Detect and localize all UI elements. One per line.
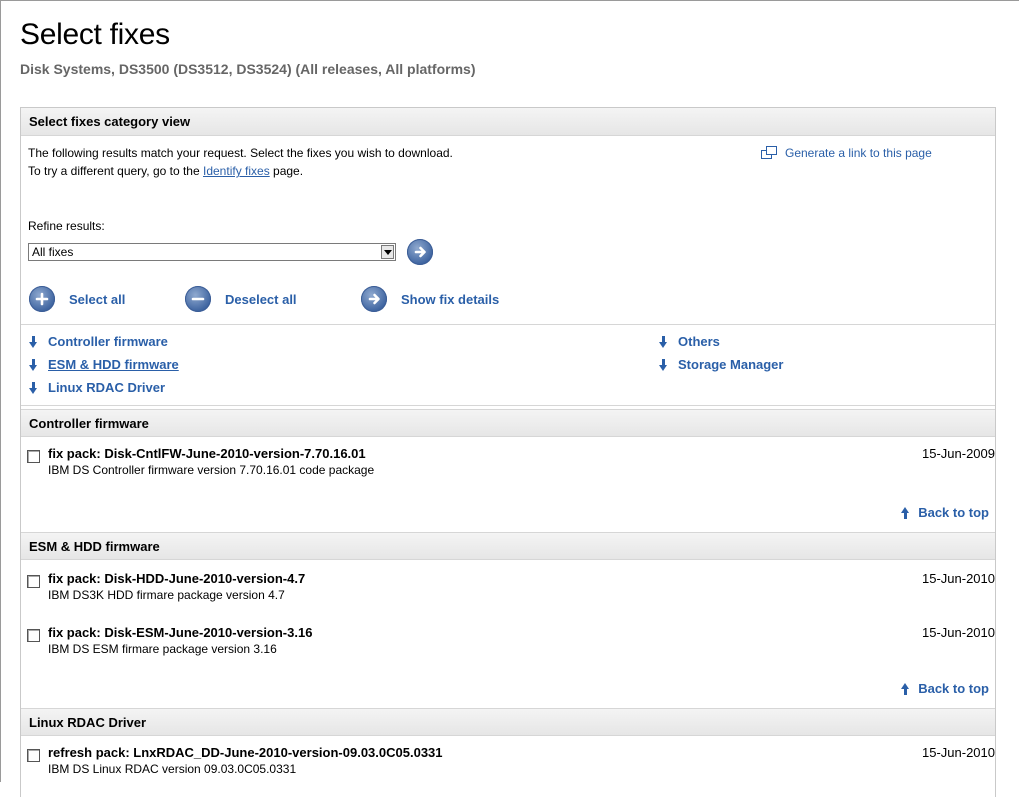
toc-label: Storage Manager (678, 357, 784, 372)
fix-description: IBM DS ESM firmare package version 3.16 (48, 642, 277, 656)
minus-icon (185, 286, 211, 312)
fix-name[interactable]: fix pack: Disk-CntlFW-June-2010-version-… (48, 446, 366, 461)
category-toc: Controller firmware ESM & HDD firmware L… (21, 324, 995, 406)
generate-link-label: Generate a link to this page (785, 146, 932, 160)
toc-storage-manager[interactable]: Storage Manager (659, 357, 783, 372)
show-fix-details-label: Show fix details (401, 291, 500, 307)
fix-description: IBM DS Controller firmware version 7.70.… (48, 463, 375, 477)
fix-description: IBM DS Linux RDAC version 09.03.0C05.033… (48, 762, 297, 776)
fix-name[interactable]: fix pack: Disk-HDD-June-2010-version-4.7 (48, 571, 305, 586)
go-button[interactable] (407, 239, 433, 265)
chevron-down-icon[interactable] (381, 245, 394, 259)
list-item: fix pack: Disk-ESM-June-2010-version-3.1… (27, 619, 995, 659)
fix-date: 15-Jun-2009 (922, 446, 995, 461)
page-subtitle: Disk Systems, DS3500 (DS3512, DS3524) (A… (20, 61, 476, 77)
panel-heading: Select fixes category view (21, 108, 995, 136)
plus-icon (29, 286, 55, 312)
arrow-right-icon (414, 246, 426, 258)
arrow-down-icon (29, 381, 38, 394)
refine-select-value: All fixes (32, 245, 74, 259)
fix-checkbox[interactable] (27, 629, 40, 642)
list-item: refresh pack: LnxRDAC_DD-June-2010-versi… (27, 739, 995, 779)
section-heading: Linux RDAC Driver (21, 708, 995, 736)
arrow-right-icon (361, 286, 387, 312)
fix-checkbox[interactable] (27, 450, 40, 463)
link-windows-icon (761, 146, 777, 160)
fix-description: IBM DS3K HDD firmare package version 4.7 (48, 588, 285, 602)
list-item: fix pack: Disk-CntlFW-June-2010-version-… (27, 440, 995, 480)
deselect-all-button[interactable]: Deselect all (185, 286, 297, 312)
deselect-all-label: Deselect all (225, 291, 297, 307)
list-item: fix pack: Disk-HDD-June-2010-version-4.7… (27, 565, 995, 605)
refine-select[interactable]: All fixes (28, 243, 396, 261)
refine-label: Refine results: (28, 219, 105, 233)
toc-label: Controller firmware (48, 334, 168, 349)
intro-suffix: page. (269, 164, 304, 178)
fixes-panel: Select fixes category view The following… (20, 107, 996, 797)
select-all-label: Select all (69, 291, 126, 307)
section-heading: Controller firmware (21, 409, 995, 437)
intro-line-1: The following results match your request… (28, 146, 453, 160)
back-to-top-link[interactable]: Back to top (901, 505, 989, 520)
back-to-top-link[interactable]: Back to top (901, 681, 989, 696)
intro-text: The following results match your request… (28, 144, 453, 180)
show-fix-details-button[interactable]: Show fix details (361, 286, 499, 312)
back-to-top-label: Back to top (918, 505, 989, 520)
section-heading: ESM & HDD firmware (21, 532, 995, 560)
fix-checkbox[interactable] (27, 575, 40, 588)
toc-label: Others (678, 334, 720, 349)
identify-fixes-link[interactable]: Identify fixes (203, 164, 270, 178)
select-all-button[interactable]: Select all (29, 286, 125, 312)
fix-date: 15-Jun-2010 (922, 571, 995, 586)
back-to-top-label: Back to top (918, 681, 989, 696)
toc-others[interactable]: Others (659, 334, 720, 349)
fix-date: 15-Jun-2010 (922, 745, 995, 760)
fix-name[interactable]: refresh pack: LnxRDAC_DD-June-2010-versi… (48, 745, 443, 760)
arrow-down-icon (659, 335, 668, 348)
arrow-down-icon (29, 335, 38, 348)
fix-checkbox[interactable] (27, 749, 40, 762)
generate-link[interactable]: Generate a link to this page (761, 146, 932, 160)
arrow-up-icon (901, 682, 910, 695)
arrow-down-icon (659, 358, 668, 371)
toc-esm-hdd-firmware[interactable]: ESM & HDD firmware (29, 357, 179, 372)
arrow-down-icon (29, 358, 38, 371)
fix-name[interactable]: fix pack: Disk-ESM-June-2010-version-3.1… (48, 625, 312, 640)
fix-date: 15-Jun-2010 (922, 625, 995, 640)
toc-controller-firmware[interactable]: Controller firmware (29, 334, 168, 349)
toc-label: ESM & HDD firmware (48, 357, 179, 372)
arrow-up-icon (901, 506, 910, 519)
toc-linux-rdac-driver[interactable]: Linux RDAC Driver (29, 380, 165, 395)
toc-label: Linux RDAC Driver (48, 380, 166, 395)
page-title: Select fixes (20, 18, 170, 51)
intro-prefix: To try a different query, go to the (28, 164, 203, 178)
intro-line-2: To try a different query, go to the Iden… (28, 162, 453, 180)
